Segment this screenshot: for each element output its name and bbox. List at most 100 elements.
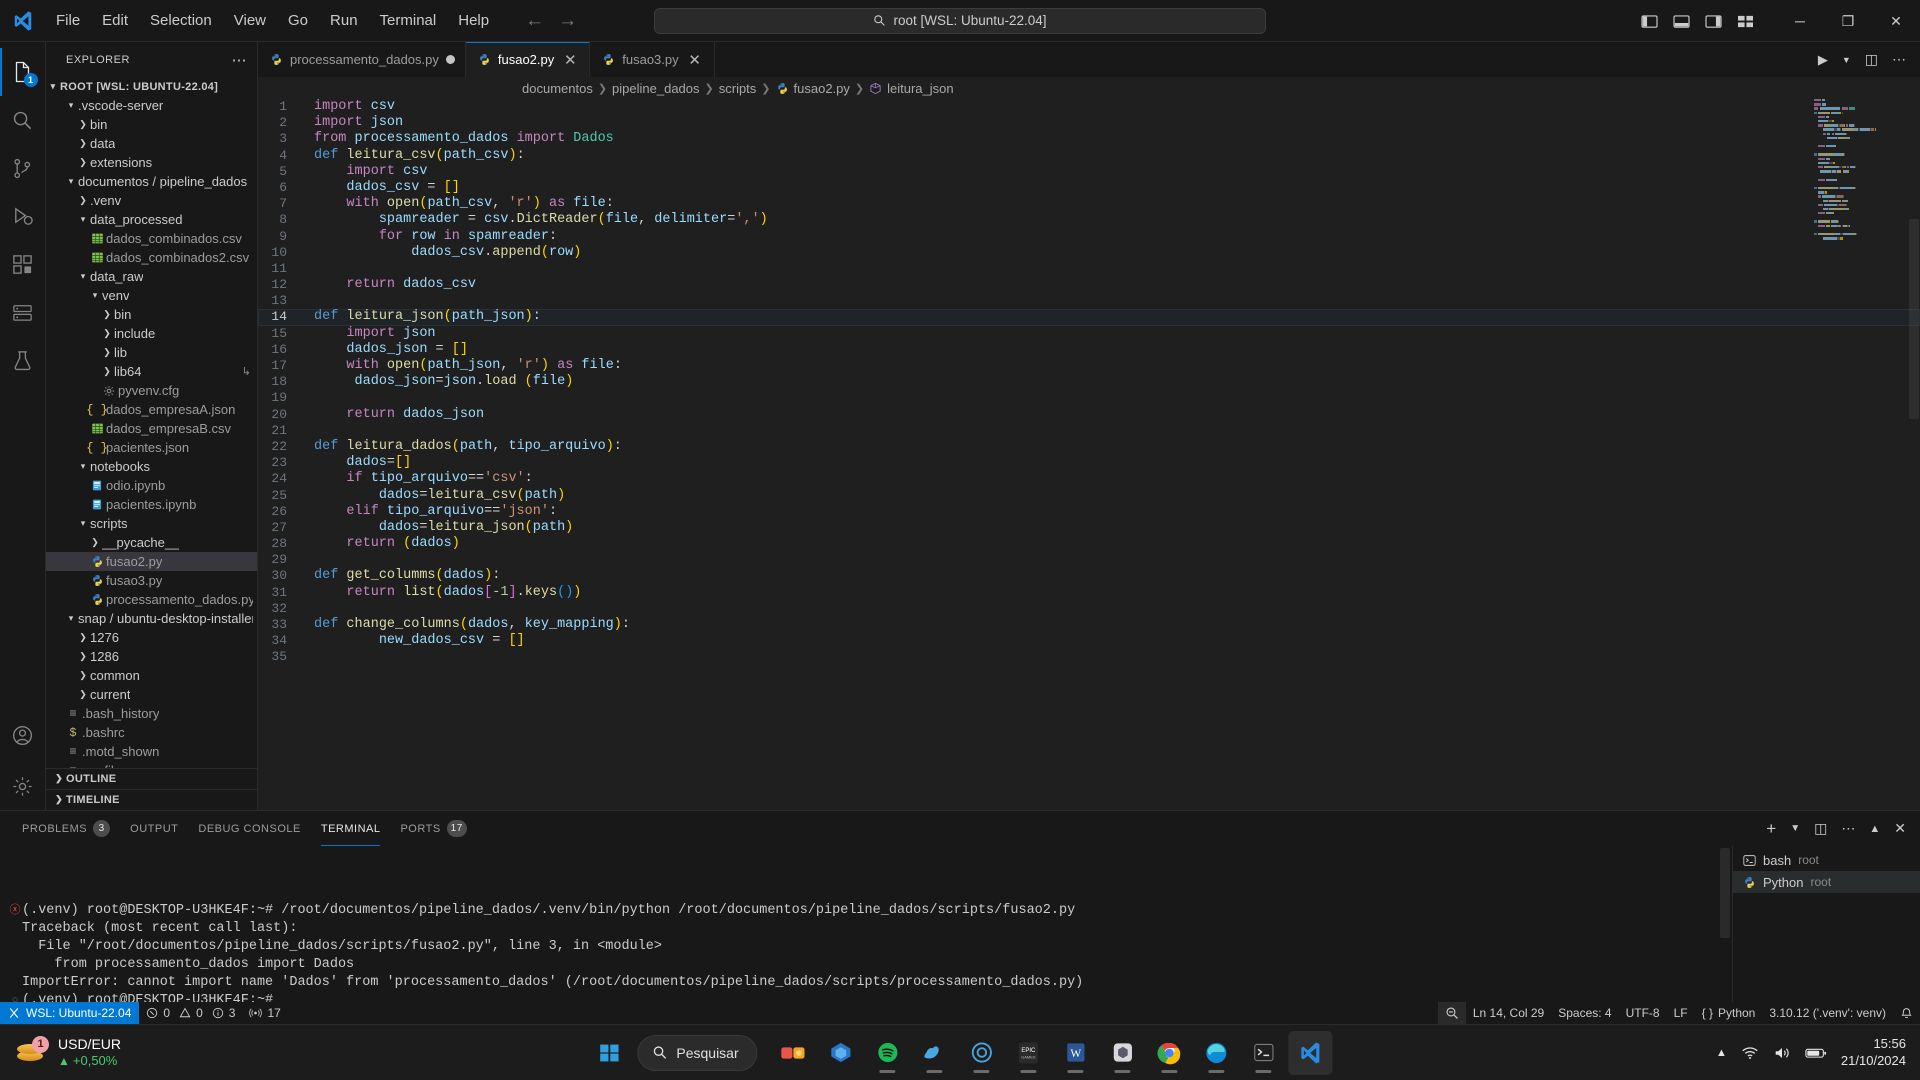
code-line[interactable]: 7 with open(path_csv, 'r') as file: (258, 196, 1920, 212)
tree-item-pyvenv-cfg[interactable]: pyvenv.cfg (46, 381, 257, 400)
chevron-down-icon[interactable]: ▾ (88, 290, 102, 301)
code-line[interactable]: 16 dados_json = [] (258, 342, 1920, 358)
breadcrumb-item-pipeline-dados[interactable]: pipeline_dados (612, 81, 699, 96)
chevron-down-icon[interactable]: ▾ (64, 176, 78, 187)
maximize-button[interactable]: ❐ (1824, 0, 1872, 42)
tree-item-1286[interactable]: ❯ 1286 (46, 647, 257, 666)
tree-item-current[interactable]: ❯ current (46, 685, 257, 704)
tree-item-dados-empresab-csv[interactable]: dados_empresaB.csv (46, 419, 257, 438)
activity-run-debug[interactable] (0, 192, 46, 240)
tree-item-common[interactable]: ❯ common (46, 666, 257, 685)
app-copilot[interactable] (819, 1031, 863, 1075)
tree-item-bin[interactable]: ❯ bin (46, 305, 257, 324)
code-line[interactable]: 2 import json (258, 115, 1920, 131)
chevron-right-icon[interactable]: ❯ (76, 157, 90, 168)
app-vscode[interactable] (1288, 1030, 1333, 1075)
activity-testing[interactable] (0, 336, 46, 384)
editor-scrollbar[interactable] (1906, 99, 1920, 810)
menu-help[interactable]: Help (448, 8, 499, 34)
tree-item-notebooks[interactable]: ▾ notebooks (46, 457, 257, 476)
chevron-right-icon[interactable]: ❯ (76, 689, 90, 700)
python-interpreter[interactable]: 3.10.12 ('.venv': venv) (1762, 1002, 1893, 1024)
maximize-panel-icon[interactable]: ▲ (1869, 823, 1880, 835)
breadcrumb-item-fusao2[interactable]: fusao2.py (794, 81, 850, 96)
app-widgets[interactable] (772, 1031, 816, 1075)
app-terminal[interactable] (1242, 1031, 1286, 1075)
eol[interactable]: LF (1667, 1002, 1695, 1024)
breadcrumb[interactable]: documentos ❯ pipeline_dados ❯ scripts ❯ … (258, 77, 1920, 99)
code-line[interactable]: 6 dados_csv = [] (258, 180, 1920, 196)
tree-item-motd-shown[interactable]: ≡ .motd_shown (46, 742, 257, 761)
tree-item-venv[interactable]: ❯ .venv (46, 191, 257, 210)
chevron-down-icon[interactable]: ▾ (64, 100, 78, 111)
taskbar-clock[interactable]: 15:56 21/10/2024 (1841, 1036, 1906, 1069)
breadcrumb-item-documentos[interactable]: documentos (522, 81, 593, 96)
tree-item-snap-ubuntu-desktop-installer[interactable]: ▾ snap / ubuntu-desktop-installer (46, 609, 257, 628)
speaker-icon[interactable] (1773, 1045, 1791, 1061)
activity-accounts[interactable] (0, 714, 46, 762)
tree-item-processamento-dados-py[interactable]: processamento_dados.py (46, 590, 257, 609)
terminal-scrollbar-thumb[interactable] (1720, 848, 1730, 938)
outline-section[interactable]: ❯ OUTLINE (46, 767, 257, 789)
close-panel-icon[interactable]: ✕ (1894, 820, 1906, 837)
chevron-right-icon[interactable]: ❯ (100, 366, 114, 377)
code-line[interactable]: 34 new_dados_csv = [] (258, 633, 1920, 649)
chevron-down-icon[interactable]: ▼ (1842, 55, 1851, 65)
code-line[interactable]: 17 with open(path_json, 'r') as file: (258, 358, 1920, 374)
terminal-instance-python[interactable]: Python root (1733, 871, 1920, 893)
editor-more-actions-icon[interactable]: ⋯ (1892, 51, 1906, 68)
chevron-right-icon[interactable]: ❯ (100, 328, 114, 339)
ports-status[interactable]: 17 (242, 1002, 287, 1024)
code-line[interactable]: 30 def get_columms(dados): (258, 568, 1920, 584)
chevron-down-icon[interactable]: ▼ (1790, 823, 1800, 834)
problems-status[interactable]: 0 0 3 (139, 1002, 242, 1024)
app-chrome[interactable] (1148, 1031, 1192, 1075)
encoding[interactable]: UTF-8 (1619, 1002, 1667, 1024)
menu-run[interactable]: Run (320, 8, 368, 34)
arrow-right-icon[interactable]: → (558, 10, 577, 32)
windows-start-button[interactable] (587, 1031, 631, 1075)
code-line[interactable]: 3 from processamento_dados import Dados (258, 131, 1920, 147)
code-line[interactable]: 33 def change_columns(dados, key_mapping)… (258, 617, 1920, 633)
tree-item-profile[interactable]: ≡.profile (46, 761, 257, 768)
explorer-more-actions-icon[interactable]: ⋯ (232, 51, 248, 69)
scrollbar-thumb[interactable] (1909, 219, 1919, 419)
close-button[interactable]: ✕ (1872, 0, 1920, 42)
panel-more-actions-icon[interactable]: ⋯ (1841, 820, 1855, 837)
app-edge[interactable] (1195, 1031, 1239, 1075)
chevron-right-icon[interactable]: ❯ (76, 632, 90, 643)
split-terminal-icon[interactable]: ◫ (1814, 820, 1827, 837)
menu-selection[interactable]: Selection (140, 8, 222, 34)
chevron-right-icon[interactable]: ❯ (76, 670, 90, 681)
new-terminal-icon[interactable]: + (1766, 819, 1776, 839)
activity-extensions[interactable] (0, 240, 46, 288)
app-spotify[interactable] (866, 1031, 910, 1075)
notifications-bell-icon[interactable] (1893, 1002, 1920, 1024)
app-mail[interactable] (960, 1031, 1004, 1075)
code-line[interactable]: 19 (258, 390, 1920, 406)
activity-explorer[interactable]: 1 (0, 48, 46, 96)
code-line[interactable]: 21 (258, 423, 1920, 439)
tree-item-vscode-server[interactable]: ▾ .vscode-server (46, 96, 257, 115)
code-editor[interactable]: 1 import csv 2 import json 3 from processamen… (258, 99, 1920, 810)
tree-item-bashrc[interactable]: $ .bashrc (46, 723, 257, 742)
app-store[interactable] (1101, 1031, 1145, 1075)
tree-item-dados-empresaa-json[interactable]: { } dados_empresaA.json (46, 400, 257, 419)
tree-item-bin[interactable]: ❯ bin (46, 115, 257, 134)
minimize-button[interactable]: ─ (1776, 0, 1824, 42)
code-line[interactable]: 24 if tipo_arquivo=='csv': (258, 471, 1920, 487)
toggle-primary-sidebar-icon[interactable] (1641, 14, 1658, 29)
code-line[interactable]: 12 return dados_csv (258, 277, 1920, 293)
chevron-right-icon[interactable]: ❯ (76, 651, 90, 662)
menu-terminal[interactable]: Terminal (370, 8, 447, 34)
chevron-down-icon[interactable]: ▾ (76, 461, 90, 472)
tree-item-fusao2-py[interactable]: fusao2.py (46, 552, 257, 571)
editor-tabs[interactable]: processamento_dados.py fusao2.py ✕ fusao3.p… (258, 42, 1920, 77)
code-line[interactable]: 4 def leitura_csv(path_csv): (258, 148, 1920, 164)
close-tab-icon[interactable]: ✕ (561, 51, 579, 69)
split-editor-icon[interactable]: ◫ (1865, 51, 1878, 68)
tree-item-lib[interactable]: ❯ lib (46, 343, 257, 362)
file-tree[interactable]: ▾ ROOT [WSL: UBUNTU-22.04] ▾ .vscode-server… (46, 77, 257, 768)
language-mode[interactable]: { } Python (1695, 1002, 1763, 1024)
chevron-down-icon[interactable]: ▾ (76, 271, 90, 282)
